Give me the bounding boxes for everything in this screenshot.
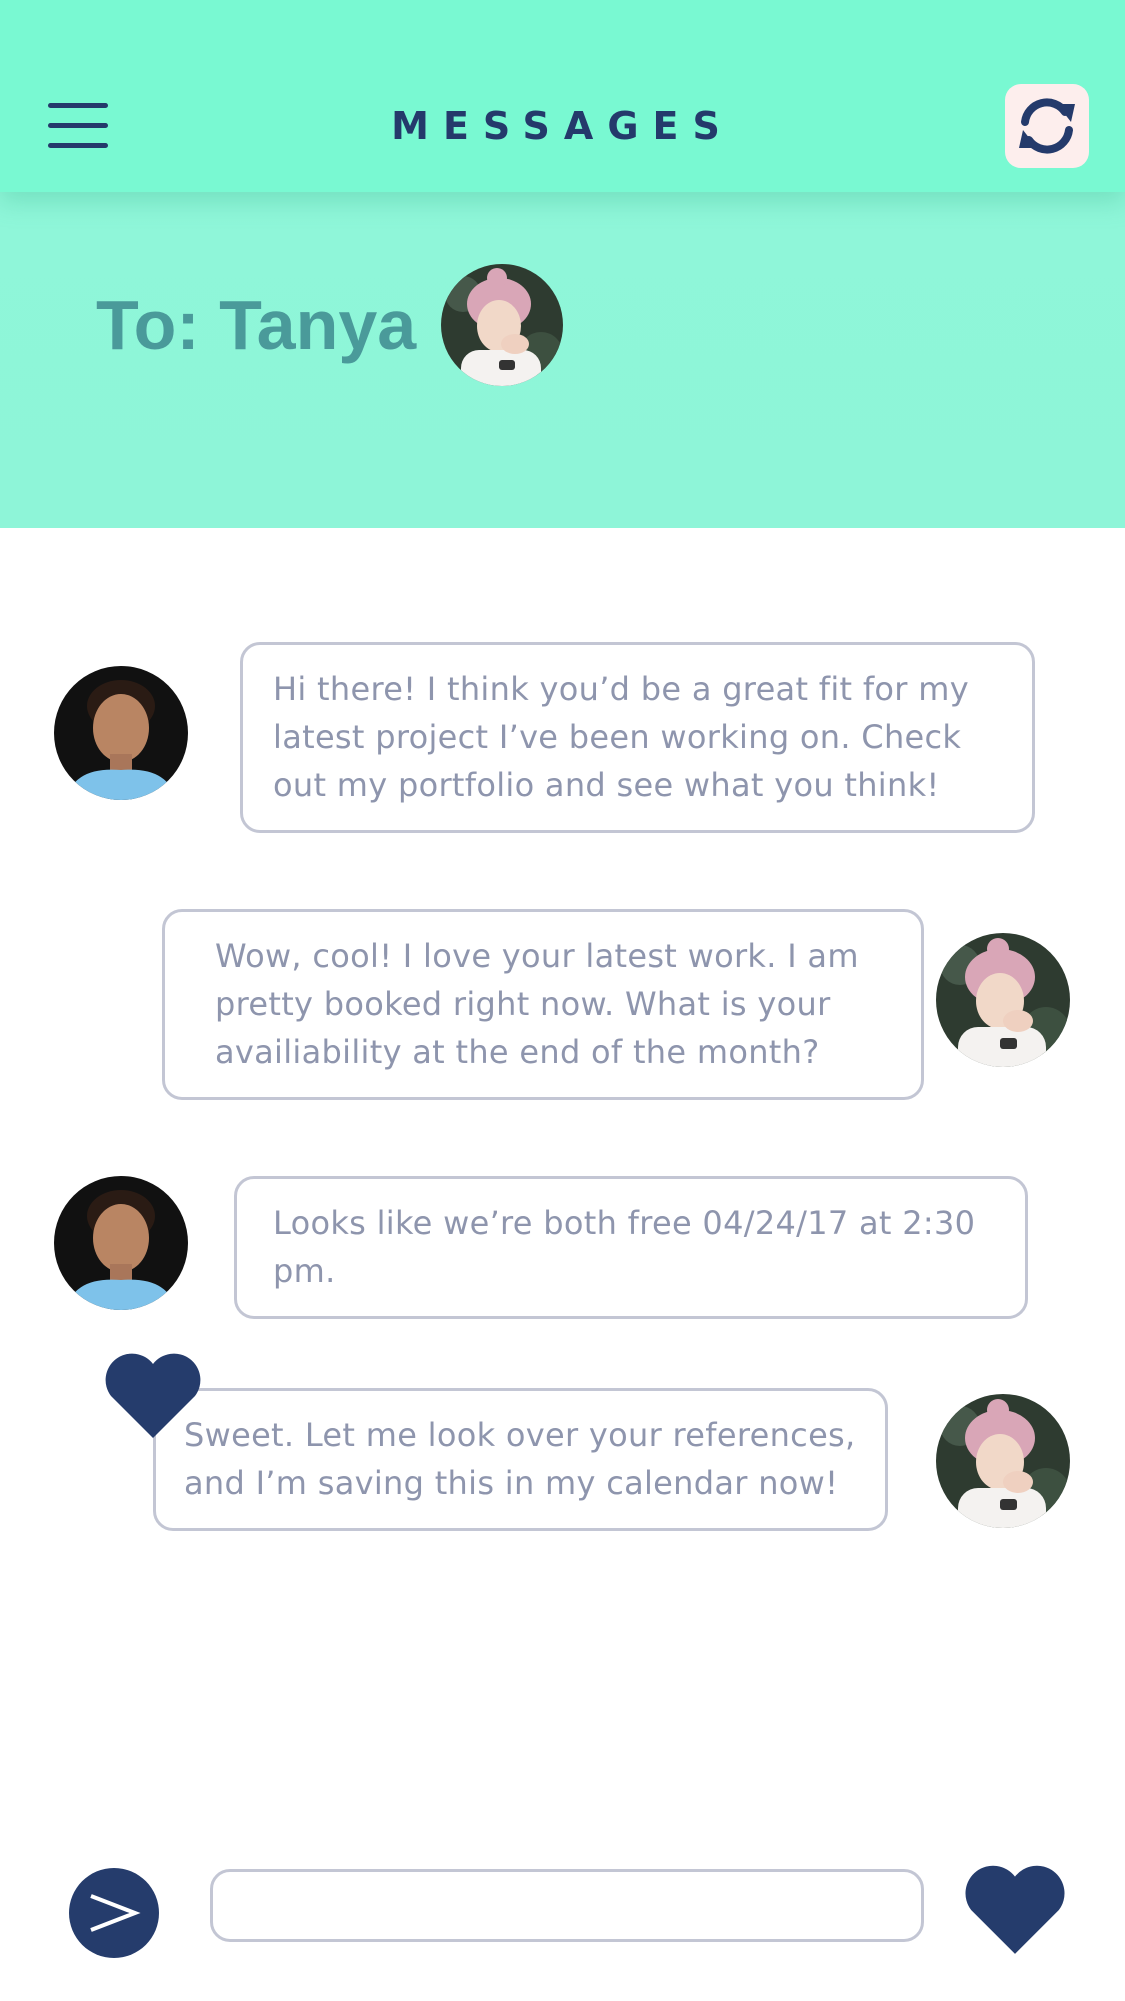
sender-avatar[interactable] [54,1176,188,1310]
header-bar: MESSAGES [0,0,1125,192]
message-line: Looks like we’re both free 04/24/17 at 2… [273,1204,976,1242]
tanya-avatar[interactable] [936,933,1070,1067]
page-title: MESSAGES [391,104,734,148]
heart-icon[interactable] [962,1862,1068,1956]
message-line: out my portfolio and see what you think! [273,766,940,804]
recipient-label: To: Tanya [96,286,417,364]
message-line: Hi there! I think you’d be a great fit f… [273,670,969,708]
message-bubble: Sweet. Let me look over your references,… [153,1388,888,1531]
send-button[interactable] [69,1868,159,1958]
tanya-avatar[interactable] [936,1394,1070,1528]
message-line: Sweet. Let me look over your references, [184,1416,856,1454]
recipient-avatar[interactable] [441,264,563,386]
message-input[interactable] [210,1869,924,1942]
message-line: latest project I’ve been working on. Che… [273,718,962,756]
message-line: and I’m saving this in my calendar now! [184,1464,839,1502]
sender-avatar[interactable] [54,666,188,800]
message-bubble: Wow, cool! I love your latest work. I am… [162,909,924,1100]
refresh-sync-icon [1019,98,1075,154]
message-bubble: Looks like we’re both free 04/24/17 at 2… [234,1176,1028,1319]
message-line: Wow, cool! I love your latest work. I am [215,937,859,975]
refresh-button[interactable] [1005,84,1089,168]
message-bubble: Hi there! I think you’d be a great fit f… [240,642,1035,833]
liked-heart-icon[interactable] [102,1350,204,1440]
message-line: pretty booked right now. What is your [215,985,831,1023]
message-line: pm. [273,1252,336,1290]
message-line: availiability at the end of the month? [215,1033,820,1071]
send-arrow-icon [90,1894,141,1932]
